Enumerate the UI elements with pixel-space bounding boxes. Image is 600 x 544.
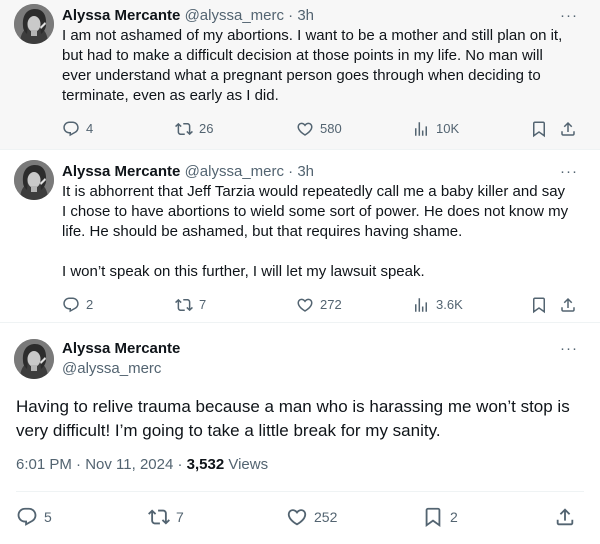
repost-count: 7 [199,297,207,312]
views-button[interactable]: 10K [412,119,459,139]
bookmark-button[interactable] [530,119,554,139]
focused-tweet: Alyssa Mercante @alyssa_merc ··· Having … [0,323,600,544]
views-count: 10K [436,121,460,136]
avatar[interactable] [14,339,54,379]
reply-count: 2 [86,297,94,312]
share-icon [559,120,577,138]
tweet-text: Having to relive trauma because a man wh… [16,397,570,440]
repost-icon [175,296,193,314]
tweet-header: Alyssa Mercante @alyssa_merc · 3h [62,6,314,26]
like-count: 252 [314,509,338,525]
views-count: 3,532 [186,456,225,473]
repost-icon [148,506,170,528]
separator-dot: · [288,7,294,24]
reply-button[interactable]: 2 [62,295,93,315]
more-icon[interactable]: ··· [560,339,578,359]
bookmark-count: 2 [450,509,458,525]
thread-tweet-2[interactable]: Alyssa Mercante @alyssa_merc · 3h ··· It… [0,150,600,323]
more-icon[interactable]: ··· [560,6,578,26]
share-button[interactable] [559,295,583,315]
avatar[interactable] [14,160,54,200]
author-name[interactable]: Alyssa Mercante [62,339,180,359]
repost-count: 7 [176,509,184,525]
bookmark-button[interactable]: 2 [422,507,458,527]
author-handle[interactable]: @alyssa_merc [62,359,161,379]
like-icon [286,506,308,528]
repost-icon [175,120,193,138]
views-icon [412,120,430,138]
like-button[interactable]: 580 [296,119,342,139]
author-handle[interactable]: @alyssa_merc [185,7,284,24]
author-name[interactable]: Alyssa Mercante [62,7,180,24]
bookmark-icon [530,296,548,314]
reply-button[interactable]: 4 [62,119,93,139]
repost-button[interactable]: 7 [175,295,206,315]
reply-icon [62,120,80,138]
bookmark-icon [422,506,444,528]
tweet-meta: 6:01 PM · Nov 11, 2024 · 3,532 Views [16,455,268,475]
avatar-image [14,160,54,200]
like-button[interactable]: 272 [296,295,342,315]
tweet-text: It is abhorrent that Jeff Tarzia would r… [62,183,569,280]
share-icon [554,506,576,528]
divider [16,491,584,492]
views-button[interactable]: 3.6K [412,295,463,315]
like-count: 580 [320,121,342,136]
avatar-image [14,339,54,379]
tweet-header: Alyssa Mercante @alyssa_merc · 3h [62,162,314,182]
reply-count: 5 [44,509,52,525]
share-icon [559,296,577,314]
author-handle[interactable]: @alyssa_merc [185,163,284,180]
reply-button[interactable]: 5 [16,507,52,527]
bookmark-button[interactable] [530,295,554,315]
repost-button[interactable]: 7 [148,507,184,527]
action-bar: 2 7 272 3.6K [62,295,582,315]
author-name[interactable]: Alyssa Mercante [62,163,180,180]
reply-icon [16,506,38,528]
like-icon [296,120,314,138]
share-button[interactable] [554,507,582,527]
repost-button[interactable]: 26 [175,119,213,139]
repost-count: 26 [199,121,214,136]
views-count: 3.6K [436,297,463,312]
tweet-time[interactable]: 3h [297,7,314,24]
like-count: 272 [320,297,342,312]
views-icon [412,296,430,314]
bookmark-icon [530,120,548,138]
tweet-time[interactable]: 3h [297,163,314,180]
like-icon [296,296,314,314]
reply-icon [62,296,80,314]
more-icon[interactable]: ··· [560,162,578,182]
separator-dot: · [288,163,294,180]
action-bar: 5 7 252 2 [16,507,586,529]
tweet-timestamp[interactable]: 6:01 PM · Nov 11, 2024 · [16,456,187,473]
tweet-text: I am not ashamed of my abortions. I want… [62,27,563,104]
avatar-image [14,4,54,44]
share-button[interactable] [559,119,583,139]
reply-count: 4 [86,121,94,136]
views-label: Views [224,456,269,473]
like-button[interactable]: 252 [286,507,337,527]
avatar[interactable] [14,4,54,44]
thread-tweet-1[interactable]: Alyssa Mercante @alyssa_merc · 3h ··· I … [0,0,600,150]
action-bar: 4 26 580 10K [62,119,582,139]
